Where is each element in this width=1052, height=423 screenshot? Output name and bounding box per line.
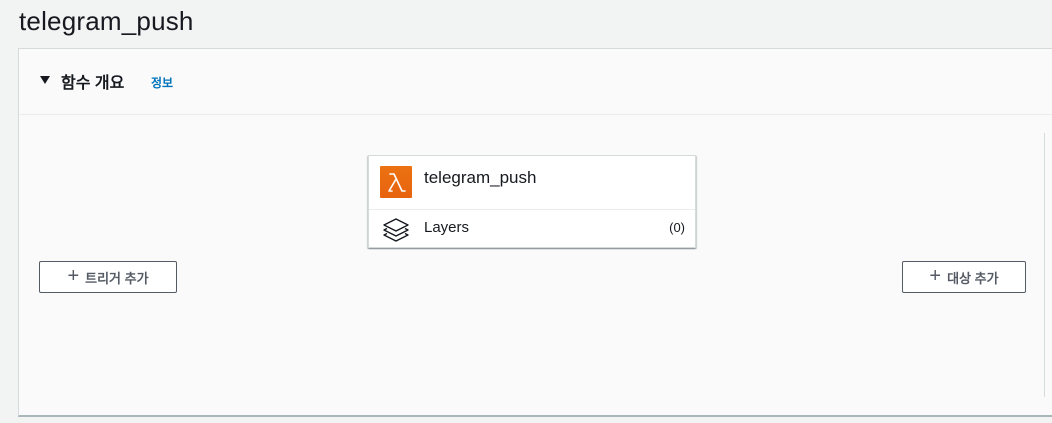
plus-icon: + bbox=[929, 265, 942, 287]
info-link[interactable]: 정보 bbox=[151, 74, 173, 91]
layers-label: Layers bbox=[424, 219, 470, 236]
layers-row[interactable]: Layers (0) bbox=[369, 210, 695, 248]
add-trigger-button[interactable]: + 트리거 추가 bbox=[39, 261, 177, 293]
add-destination-label: 대상 추가 bbox=[947, 270, 999, 286]
add-destination-button[interactable]: + 대상 추가 bbox=[902, 261, 1026, 293]
layers-count: (0) bbox=[669, 220, 685, 235]
layers-icon bbox=[381, 216, 411, 244]
panel-heading[interactable]: 함수 개요 bbox=[61, 69, 124, 93]
lambda-icon bbox=[380, 166, 412, 198]
function-card-header[interactable]: telegram_push bbox=[369, 156, 695, 210]
add-trigger-label: 트리거 추가 bbox=[85, 270, 149, 286]
page-title: telegram_push bbox=[19, 6, 194, 36]
function-card: telegram_push Layers (0) bbox=[368, 155, 696, 248]
function-name: telegram_push bbox=[424, 168, 537, 187]
right-divider bbox=[1044, 133, 1045, 397]
function-overview-panel: 함수 개요 정보 telegram_push Layers (0) + 트리거 … bbox=[18, 48, 1052, 417]
panel-header[interactable]: 함수 개요 정보 bbox=[19, 49, 1052, 115]
plus-icon: + bbox=[67, 265, 80, 287]
caret-down-icon[interactable] bbox=[40, 76, 50, 84]
